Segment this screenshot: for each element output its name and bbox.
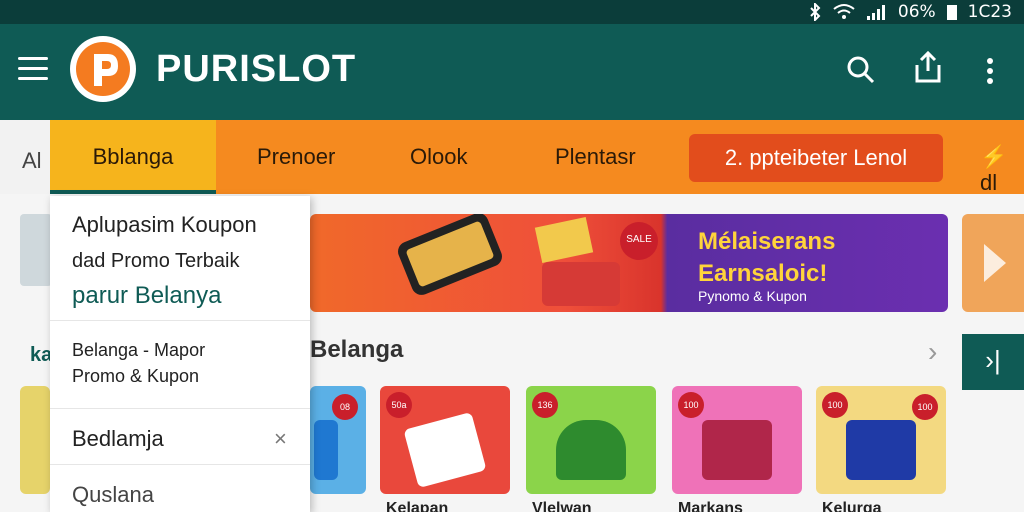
product-caption: Kelurga [822,500,882,512]
category-dropdown: Aplupasim Koupon dad Promo Terbaik parur… [50,196,310,512]
tab-plentasr[interactable]: Plentasr [555,144,636,170]
section-title: Belanga [310,336,404,363]
price-badge: 100 [822,392,848,418]
tab-belanja[interactable]: Bblanga [50,120,216,194]
brand-name: PURISLOT [156,48,357,90]
price-badge: 50a [386,392,412,418]
divider [50,464,310,465]
promo-banner[interactable]: SALE Mélaiserans Earnsaloic! Pynomo & Ku… [310,214,948,312]
more-vertical-icon[interactable] [985,57,995,92]
price-badge-secondary: 100 [912,394,938,420]
battery-text: 06% [897,2,936,22]
divider [50,408,310,409]
wifi-icon [832,3,856,21]
left-section-clip: ka [30,344,53,366]
product-card[interactable]: 100 100 [816,386,946,494]
close-icon[interactable]: × [274,426,287,452]
status-bar: 06% 1C23 [0,0,1024,24]
product-image [702,420,772,480]
banner-subtitle: Pynomo & Kupon [698,288,807,304]
app-bar: PURISLOT [0,24,1024,120]
chevron-right-icon[interactable]: › [928,336,937,368]
product-image [403,411,487,489]
clock: 1C23 [967,2,1012,22]
left-clipped-text: Al [22,148,42,173]
price-badge: 100 [678,392,704,418]
price-badge: 08 [332,394,358,420]
tab-prenoer[interactable]: Prenoer [257,144,335,170]
divider [50,320,310,321]
bluetooth-icon [808,3,822,21]
banner-title: Mélaiserans Earnsaloic! [698,228,836,287]
product-card[interactable]: 08 [310,386,366,494]
tab-olook[interactable]: Olook [410,144,467,170]
dropdown-sub1[interactable]: Belanga - Mapor [72,340,205,361]
category-nav: Bblanga Prenoer Olook Plentasr 2. ppteib… [50,120,1024,196]
product-caption: Markans [678,500,743,512]
brand-logo[interactable] [70,36,136,102]
sale-badge: SALE [620,222,658,260]
gift-box-illustration [542,262,620,306]
product-card[interactable]: 100 [672,386,802,494]
product-image [846,420,916,480]
dropdown-title: Aplupasim Koupon [72,212,257,237]
product-card[interactable]: 136 [526,386,656,494]
share-icon[interactable] [913,50,943,90]
dropdown-sub2[interactable]: Promo & Kupon [72,366,199,387]
product-image [556,420,626,480]
product-card[interactable]: 50a [380,386,510,494]
next-arrow-button[interactable]: ›| [962,334,1024,390]
price-badge: 136 [532,392,558,418]
product-box-illustration [534,216,594,264]
dropdown-line2: dad Promo Terbaik [72,250,240,272]
product-card-clipped[interactable] [20,386,50,494]
signal-icon [866,3,888,21]
tab-clipped[interactable]: ⚡ dl [980,144,1024,196]
side-card-left[interactable] [20,214,52,286]
product-caption: Kelapan [386,500,449,512]
search-icon[interactable] [846,55,876,90]
dropdown-line3: parur Belanya [72,282,222,309]
status-right: 06% 1C23 [808,2,1012,22]
battery-icon [946,3,958,21]
product-image [314,420,338,480]
dropdown-item-quslana[interactable]: Quslana [72,482,154,508]
product-caption: Vlelwan [532,500,592,512]
dropdown-item-bedlamja[interactable]: Bedlamja [72,426,164,452]
side-card-right[interactable] [962,214,1024,312]
menu-icon[interactable] [18,57,48,81]
phone-illustration [395,214,505,298]
tab-highlight-pill[interactable]: 2. ppteibeter Lenol [689,134,943,182]
